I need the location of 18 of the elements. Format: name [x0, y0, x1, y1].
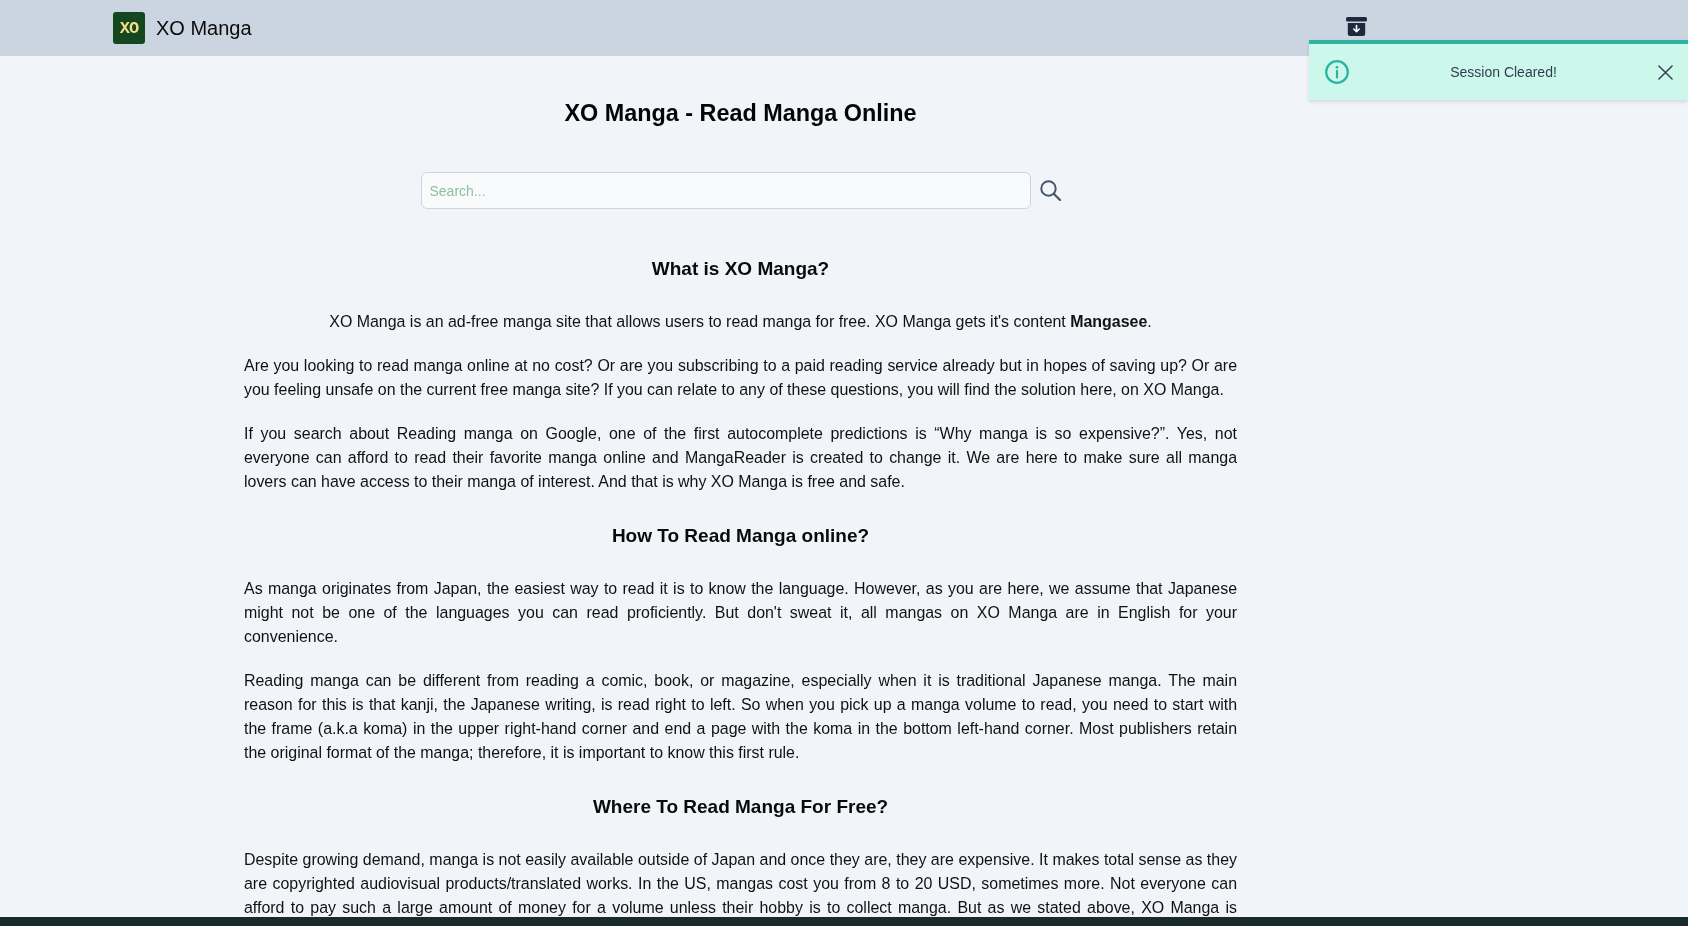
section-heading: What is XO Manga? [650, 257, 831, 281]
site-logo[interactable]: XO [113, 12, 145, 44]
search-icon[interactable] [1039, 180, 1061, 201]
paragraph: As manga originates from Japan, the easiest way to read it is to know the language. However, as you are here, we assume that Japanese might not be one of the languages you can read proficiently. But don't sweat it, all mangas on XO Manga are in English for your convenience. [244, 579, 1237, 647]
info-icon [1325, 60, 1349, 84]
site-name[interactable]: XO Manga [156, 14, 252, 42]
archive-box-icon[interactable] [1346, 17, 1367, 36]
section-heading: Where To Read Manga For Free? [591, 795, 890, 819]
close-icon[interactable] [1658, 64, 1673, 80]
section-heading: How To Read Manga online? [610, 524, 871, 548]
paragraph: Reading manga can be different from reading a comic, book, or magazine, especially when it is traditional Japanese manga. The main reason for this is that kanji, the Japanese writing, is read right to left. So when you pick up a manga volume to read, you need to start with the frame (a.k.a koma) in the upper right-hand corner and end a page with the koma in the bottom left-hand corner. Most publishers retain the original format of the manga; therefore, it is important to know this first rule. [244, 671, 1237, 763]
paragraph: Are you looking to read manga online at no cost? Or are you subscribing to a paid reading service already but in hopes of saving up? Or are you feeling unsafe on the current free manga site? If you can relate to any of these questions, you will find the solution here, on XO Manga. [244, 356, 1237, 400]
toast-message: Session Cleared! [1449, 64, 1558, 80]
paragraph: If you search about Reading manga on Google, one of the first autocomplete predictions is “Why manga is so expensive?”. Yes, not everyone can afford to read their favorite manga online and MangaReader is created to change it. We are here to make sure all manga lovers can have access to their manga of interest. And that is why XO Manga is free and safe. [244, 424, 1237, 492]
search-field[interactable]: Search... [420, 172, 1031, 209]
paragraph: XO Manga is an ad-free manga site that allows users to read manga for free. XO Manga gets it's content Mangasee. [328, 312, 1153, 332]
page-title: XO Manga - Read Manga Online [563, 99, 918, 128]
paragraph: Despite growing demand, manga is not easily available outside of Japan and once they are, they are expensive. It makes total sense as they are copyrighted audiovisual products/translated works. In the US, mangas cost you from 8 to 20 USD, sometimes more. Not everyone can afford to pay such a large amount of money for a volume unless their hobby is to collect manga. But as we stated above, XO Manga is [244, 850, 1237, 917]
